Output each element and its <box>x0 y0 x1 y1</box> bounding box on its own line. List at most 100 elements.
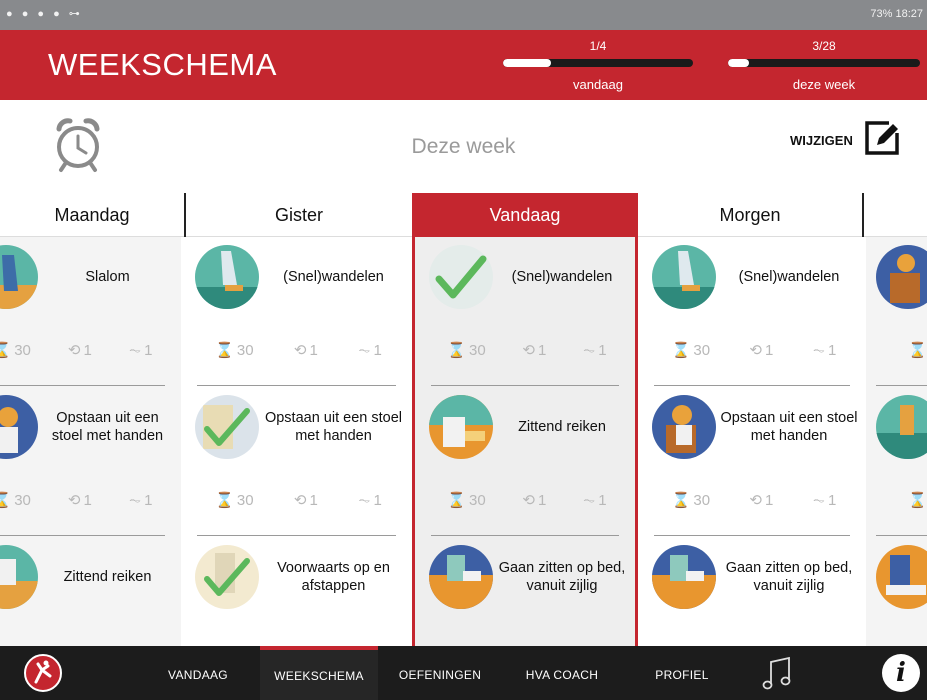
exercise-card: Slalom ⌛ 30 ⟲ 1 ⏦ 1 <box>0 237 181 387</box>
repeat-stat: ⟲ 1 <box>67 341 92 360</box>
edit-button[interactable]: WIJZIGEN <box>790 120 901 160</box>
intensity-stat: ⏦ 1 <box>128 491 153 509</box>
exercise-thumbnail[interactable] <box>195 245 259 309</box>
duration-stat: ⌛ 30 <box>671 341 711 360</box>
intensity-stat: ⏦ 1 <box>583 341 607 359</box>
exercise-name[interactable]: Gaan zitten op bed, vanuit zijlig <box>497 549 627 605</box>
intensity-stat: ⏦ 1 <box>583 491 607 509</box>
intensity-stat: ⏦ 1 <box>358 491 382 509</box>
tab-morgen[interactable]: Morgen <box>638 193 864 237</box>
exercise-thumbnail[interactable] <box>876 395 927 459</box>
intensity-stat: ⏦ 1 <box>812 491 837 509</box>
exercise-thumbnail[interactable] <box>652 395 716 459</box>
exercise-thumbnail[interactable] <box>0 245 38 309</box>
duration-stat: ⌛ 30 <box>0 341 31 360</box>
pulse-icon: ⏦ <box>358 491 371 509</box>
hourglass-icon: ⌛ <box>447 342 467 359</box>
exercise-name[interactable]: Gaan zitten op bed, vanuit zijlig <box>720 549 858 605</box>
app-logo-icon[interactable] <box>24 654 62 692</box>
exercise-thumbnail[interactable] <box>429 545 493 609</box>
exercise-name[interactable]: (Snel)wandelen <box>263 249 404 305</box>
exercise-thumbnail[interactable] <box>0 545 38 609</box>
day-column-gister: (Snel)wandelen ⌛ 30 ⟲ 1 ⏦ 1 Opstaan uit een… <box>181 237 412 646</box>
progress-week-track <box>728 59 920 67</box>
day-column-next: ⌛ ⌛ <box>866 237 927 646</box>
hourglass-icon: ⌛ <box>215 342 234 359</box>
exercise-name[interactable]: Opstaan uit een stoel met handen <box>42 399 173 455</box>
tab-gister[interactable]: Gister <box>186 193 412 237</box>
exercise-name[interactable]: Slalom <box>42 249 173 305</box>
exercise-card: Voorwaarts op en afstappen <box>181 537 412 646</box>
duration-stat: ⌛ 30 <box>215 341 254 360</box>
exercise-card: Zittend reiken <box>0 537 181 646</box>
exercise-stats: ⌛ 30 ⟲ 1 ⏦ 1 <box>429 487 625 513</box>
hourglass-icon: ⌛ <box>908 492 927 509</box>
exercise-thumbnail[interactable] <box>652 545 716 609</box>
info-icon[interactable]: i <box>882 654 920 692</box>
card-divider <box>654 535 850 536</box>
nav-vandaag[interactable]: VANDAAG <box>138 646 258 700</box>
nav-profiel[interactable]: PROFIEL <box>624 646 740 700</box>
repeat-icon: ⟲ <box>522 342 535 359</box>
exercise-name[interactable]: (Snel)wandelen <box>497 249 627 305</box>
progress-week-fill <box>728 59 749 67</box>
exercise-thumbnail[interactable] <box>195 395 259 459</box>
exercise-name[interactable]: Zittend reiken <box>42 549 173 605</box>
page-title: WEEKSCHEMA <box>48 47 277 82</box>
exercise-card: Opstaan uit een stoel met handen ⌛ 30 ⟲ 1 … <box>638 387 866 537</box>
nav-oefeningen[interactable]: OEFENINGEN <box>380 646 500 700</box>
card-divider <box>654 385 850 386</box>
week-label: Deze week <box>411 135 516 158</box>
pulse-icon: ⏦ <box>583 341 596 359</box>
exercise-name[interactable]: Zittend reiken <box>497 399 627 455</box>
hourglass-icon: ⌛ <box>447 492 467 509</box>
pulse-icon: ⏦ <box>812 491 825 509</box>
progress-today: 1/4 vandaag <box>503 30 693 100</box>
duration-stat: ⌛ 30 <box>447 491 486 510</box>
exercise-card: (Snel)wandelen ⌛ 30 ⟲ 1 ⏦ 1 <box>181 237 412 387</box>
exercise-thumbnail[interactable] <box>876 245 927 309</box>
day-column-vandaag: (Snel)wandelen ⌛ 30 ⟲ 1 ⏦ 1 Zittend reiken … <box>412 237 638 646</box>
exercise-card: Opstaan uit een stoel met handen ⌛ 30 ⟲ 1 … <box>0 387 181 537</box>
exercise-card <box>866 537 927 646</box>
repeat-icon: ⟲ <box>749 342 762 359</box>
tab-vandaag[interactable]: Vandaag <box>412 193 638 237</box>
repeat-icon: ⟲ <box>67 492 81 509</box>
exercise-card: ⌛ <box>866 387 927 537</box>
exercise-thumbnail[interactable] <box>0 395 38 459</box>
duration-stat: ⌛ 30 <box>215 491 254 510</box>
exercise-thumbnail[interactable] <box>195 545 259 609</box>
app-header: WEEKSCHEMA 1/4 vandaag 3/28 deze week <box>0 30 927 100</box>
nav-hva-coach[interactable]: HVA COACH <box>502 646 622 700</box>
progress-today-caption: vandaag <box>573 77 623 92</box>
nav-weekschema[interactable]: WEEKSCHEMA <box>260 646 378 700</box>
exercise-name[interactable]: Opstaan uit een stoel met handen <box>720 399 858 455</box>
day-tabs: Maandag Gister Vandaag Morgen <box>0 193 927 237</box>
exercise-thumbnail[interactable] <box>876 545 927 609</box>
exercise-stats: ⌛ 30 ⟲ 1 ⏦ 1 <box>0 487 171 513</box>
music-icon[interactable] <box>762 656 792 692</box>
day-column-maandag: Slalom ⌛ 30 ⟲ 1 ⏦ 1 Opstaan uit een stoel m… <box>0 237 181 646</box>
exercise-stats: ⌛ 30 ⟲ 1 ⏦ 1 <box>652 487 856 513</box>
exercise-name[interactable]: Opstaan uit een stoel met handen <box>263 399 404 455</box>
progress-today-fraction: 1/4 <box>589 39 607 53</box>
hourglass-icon: ⌛ <box>0 342 12 359</box>
day-column-morgen: (Snel)wandelen ⌛ 30 ⟲ 1 ⏦ 1 Opstaan uit een… <box>638 237 866 646</box>
exercise-thumbnail[interactable] <box>429 395 493 459</box>
exercise-thumbnail[interactable] <box>652 245 716 309</box>
pulse-icon: ⏦ <box>812 341 825 359</box>
progress-today-fill <box>503 59 551 67</box>
card-divider <box>197 385 396 386</box>
intensity-stat: ⏦ 1 <box>812 341 837 359</box>
exercise-name[interactable]: Voorwaarts op en afstappen <box>263 549 404 605</box>
intensity-stat: ⏦ 1 <box>358 341 382 359</box>
duration-stat: ⌛ 30 <box>671 491 711 510</box>
tab-maandag[interactable]: Maandag <box>0 193 186 237</box>
exercise-thumbnail[interactable] <box>429 245 493 309</box>
hourglass-icon: ⌛ <box>0 492 12 509</box>
exercise-name[interactable]: (Snel)wandelen <box>720 249 858 305</box>
edit-icon <box>863 119 901 162</box>
progress-week-caption: deze week <box>792 77 856 92</box>
exercise-card: Zittend reiken ⌛ 30 ⟲ 1 ⏦ 1 <box>415 387 635 537</box>
hourglass-icon: ⌛ <box>215 492 234 509</box>
